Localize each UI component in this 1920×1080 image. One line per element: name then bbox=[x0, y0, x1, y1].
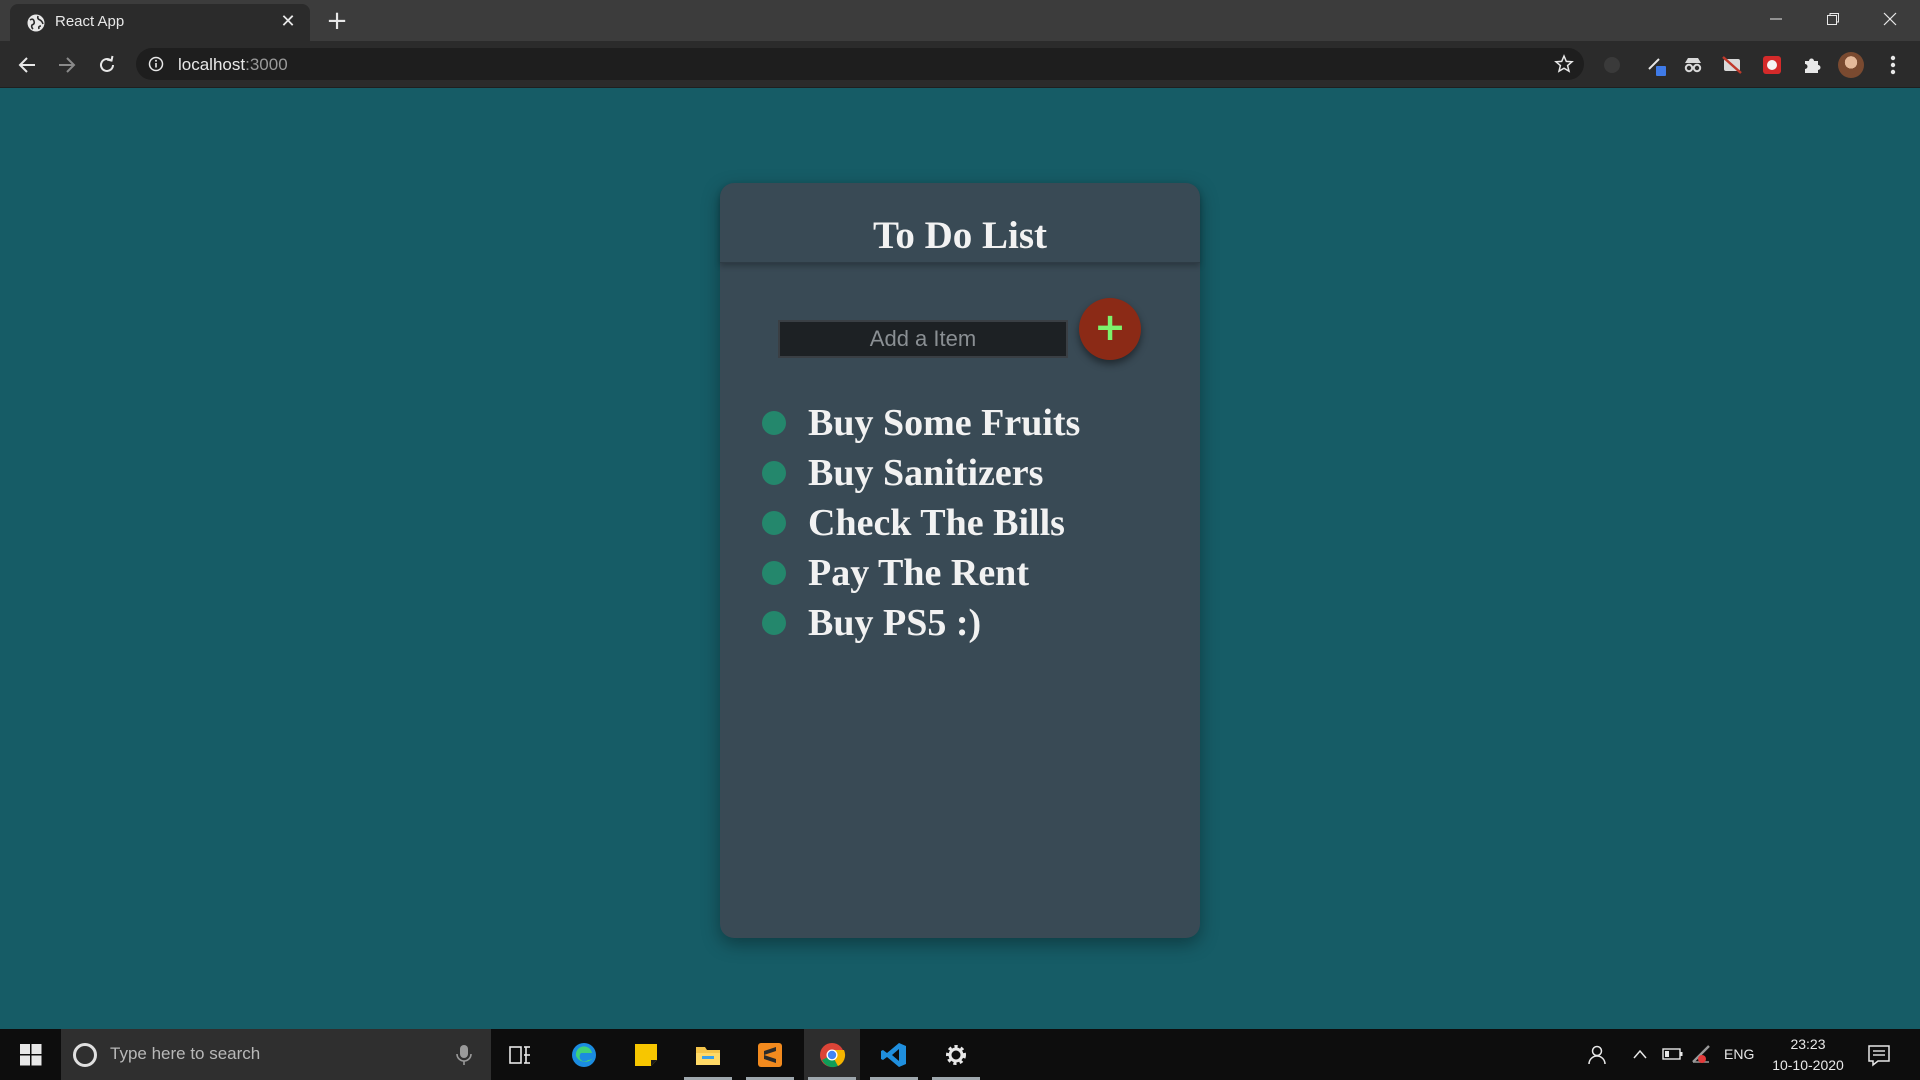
network-disconnected-icon[interactable] bbox=[1690, 1043, 1714, 1065]
item-text: Buy Sanitizers bbox=[808, 452, 1044, 494]
taskbar-file-explorer[interactable] bbox=[680, 1029, 736, 1080]
bookmark-star-icon[interactable] bbox=[1554, 54, 1574, 74]
minimize-icon bbox=[1770, 18, 1782, 20]
list-item: Buy Some Fruits bbox=[762, 398, 1080, 448]
extension-disabled-icon[interactable] bbox=[1600, 53, 1624, 77]
clock-time: 23:23 bbox=[1790, 1036, 1826, 1052]
taskbar-settings[interactable] bbox=[928, 1029, 984, 1080]
start-button[interactable] bbox=[0, 1029, 60, 1080]
list-item: Pay The Rent bbox=[762, 548, 1080, 598]
tab-title: React App bbox=[55, 13, 125, 30]
item-text: Check The Bills bbox=[808, 502, 1065, 544]
page-title: To Do List bbox=[872, 214, 1048, 257]
language-indicator[interactable]: ENG bbox=[1724, 1046, 1754, 1080]
list-item: Buy PS5 :) bbox=[762, 598, 1080, 648]
edge-icon bbox=[572, 1043, 596, 1067]
item-text: Buy PS5 :) bbox=[808, 602, 982, 644]
extensions-puzzle-icon[interactable] bbox=[1800, 53, 1824, 77]
item-bullet-icon[interactable] bbox=[762, 611, 786, 635]
reload-button[interactable] bbox=[92, 50, 122, 80]
task-view-button[interactable] bbox=[492, 1029, 548, 1080]
close-window-button[interactable] bbox=[1862, 0, 1918, 38]
browser-toolbar: localhost:3000 bbox=[0, 41, 1920, 88]
taskbar-edge[interactable] bbox=[556, 1029, 612, 1080]
item-bullet-icon[interactable] bbox=[762, 411, 786, 435]
chrome-icon bbox=[820, 1043, 846, 1068]
search-placeholder: Type here to search bbox=[110, 1044, 261, 1063]
minimize-button[interactable] bbox=[1748, 0, 1804, 38]
restore-button[interactable] bbox=[1805, 0, 1861, 38]
forward-button[interactable] bbox=[52, 50, 82, 80]
add-item-input[interactable] bbox=[778, 320, 1068, 358]
add-item-button[interactable]: + bbox=[1079, 298, 1141, 360]
taskbar-search[interactable]: Type here to search bbox=[61, 1029, 491, 1080]
address-bar[interactable]: localhost:3000 bbox=[136, 48, 1584, 80]
browser-tabstrip: React App ✕ + bbox=[0, 0, 1920, 41]
taskbar: Type here to search ENG 23:23 10-10-2020 bbox=[0, 1029, 1920, 1080]
red-extension-icon[interactable] bbox=[1760, 53, 1784, 77]
battery-icon[interactable] bbox=[1662, 1046, 1684, 1062]
clock-date: 10-10-2020 bbox=[1772, 1057, 1844, 1073]
task-view-icon bbox=[509, 1046, 530, 1064]
item-text: Pay The Rent bbox=[808, 552, 1029, 594]
windows-logo-icon bbox=[20, 1044, 42, 1066]
todo-list: Buy Some Fruits Buy Sanitizers Check The… bbox=[762, 398, 1080, 648]
tab-close-icon[interactable]: ✕ bbox=[276, 10, 300, 34]
cortana-icon bbox=[73, 1043, 97, 1067]
url-text[interactable]: localhost:3000 bbox=[178, 55, 288, 75]
people-icon[interactable] bbox=[1584, 1043, 1608, 1067]
sublime-text-icon bbox=[758, 1043, 782, 1067]
todo-card: To Do List + Buy Some Fruits Buy Sanitiz… bbox=[720, 183, 1200, 938]
close-icon bbox=[1883, 12, 1897, 26]
item-bullet-icon[interactable] bbox=[762, 511, 786, 535]
spy-extension-icon[interactable] bbox=[1681, 53, 1705, 77]
list-item: Buy Sanitizers bbox=[762, 448, 1080, 498]
plus-icon: + bbox=[1094, 305, 1126, 349]
new-tab-button[interactable]: + bbox=[322, 7, 352, 37]
back-button[interactable] bbox=[12, 50, 42, 80]
reload-icon bbox=[100, 55, 114, 72]
settings-icon bbox=[946, 1045, 966, 1065]
item-bullet-icon[interactable] bbox=[762, 561, 786, 585]
url-host: localhost bbox=[178, 55, 246, 74]
vscode-icon bbox=[881, 1043, 906, 1067]
color-picker-extension-icon[interactable] bbox=[1645, 53, 1669, 77]
taskbar-sublime-text[interactable] bbox=[742, 1029, 798, 1080]
chevron-up-icon[interactable] bbox=[1632, 1047, 1648, 1061]
list-item: Check The Bills bbox=[762, 498, 1080, 548]
restore-icon bbox=[1827, 13, 1839, 25]
system-clock[interactable]: 23:23 10-10-2020 bbox=[1766, 1034, 1850, 1076]
item-bullet-icon[interactable] bbox=[762, 461, 786, 485]
taskbar-vscode[interactable] bbox=[866, 1029, 922, 1080]
taskbar-sticky-notes[interactable] bbox=[618, 1029, 674, 1080]
sticky-notes-icon bbox=[635, 1044, 657, 1066]
site-info-icon[interactable] bbox=[148, 56, 164, 72]
globe-icon bbox=[27, 14, 45, 32]
profile-avatar[interactable] bbox=[1838, 52, 1864, 78]
card-header: To Do List bbox=[720, 183, 1200, 263]
action-center-icon[interactable] bbox=[1866, 1042, 1892, 1068]
item-text: Buy Some Fruits bbox=[808, 402, 1081, 444]
url-port: :3000 bbox=[245, 55, 288, 74]
ad-blocker-extension-icon[interactable] bbox=[1720, 53, 1744, 77]
tab-react-app[interactable]: React App ✕ bbox=[10, 4, 310, 41]
back-arrow-icon bbox=[18, 57, 35, 73]
forward-arrow-icon bbox=[59, 57, 76, 73]
more-menu-icon[interactable] bbox=[1883, 52, 1903, 78]
file-explorer-icon bbox=[696, 1047, 720, 1065]
microphone-icon[interactable] bbox=[455, 1043, 473, 1067]
taskbar-chrome[interactable] bbox=[804, 1029, 860, 1080]
